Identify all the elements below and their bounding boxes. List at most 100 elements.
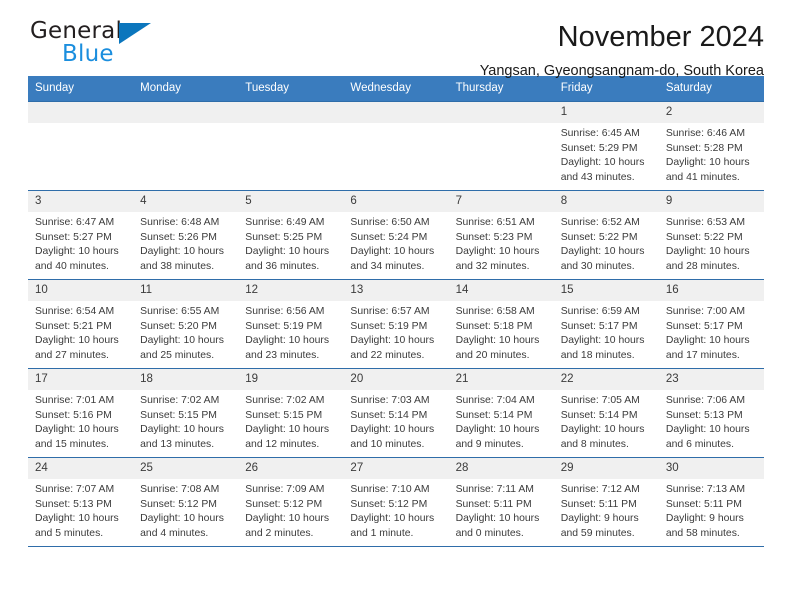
calendar-day-cell[interactable]: 29 Sunrise: 7:12 AM Sunset: 5:11 PM Dayligh…	[553, 457, 659, 547]
day-detail-line: Daylight: 10 hours	[140, 335, 224, 347]
day-sun-details: Sunrise: 6:49 AM Sunset: 5:25 PM Daylight:…	[238, 212, 343, 274]
day-detail-line: Daylight: 10 hours	[350, 335, 435, 347]
day-detail-line: Sunset: 5:15 PM	[245, 409, 323, 421]
day-detail-line: Sunset: 5:27 PM	[35, 231, 112, 243]
calendar-day-cell-empty	[28, 101, 134, 191]
day-number: 29	[553, 458, 659, 479]
day-sun-details: Sunrise: 7:06 AM Sunset: 5:13 PM Daylight:…	[659, 390, 764, 452]
day-detail-line: Sunrise: 7:13 AM	[665, 484, 745, 495]
calendar-week-row: 1 Sunrise: 6:45 AM Sunset: 5:29 PM Daylight…	[28, 101, 764, 191]
day-sun-details: Sunrise: 7:04 AM Sunset: 5:14 PM Daylight:…	[449, 390, 554, 452]
day-detail-line: Sunrise: 6:54 AM	[35, 306, 115, 317]
calendar-day-cell[interactable]: 6 Sunrise: 6:50 AM Sunset: 5:24 PM Daylight…	[343, 190, 449, 280]
calendar-day-cell[interactable]: 10 Sunrise: 6:54 AM Sunset: 5:21 PM Dayligh…	[28, 279, 134, 369]
calendar-day-cell[interactable]: 19 Sunrise: 7:02 AM Sunset: 5:15 PM Dayligh…	[238, 368, 344, 458]
day-number: 2	[658, 102, 764, 123]
general-blue-logo: General Blue	[28, 18, 228, 76]
calendar-day-cell[interactable]: 14 Sunrise: 6:58 AM Sunset: 5:18 PM Dayligh…	[448, 279, 554, 369]
day-detail-line: and 36 minutes.	[245, 260, 320, 272]
calendar-day-cell[interactable]: 1 Sunrise: 6:45 AM Sunset: 5:29 PM Daylight…	[553, 101, 659, 191]
day-detail-line: Sunset: 5:17 PM	[560, 320, 638, 332]
calendar-day-cell[interactable]: 3 Sunrise: 6:47 AM Sunset: 5:27 PM Daylight…	[28, 190, 134, 280]
calendar-body: 1 Sunrise: 6:45 AM Sunset: 5:29 PM Daylight…	[28, 101, 764, 547]
day-detail-line: and 17 minutes.	[665, 349, 740, 361]
day-detail-line: Sunset: 5:12 PM	[245, 498, 323, 510]
day-detail-line: Daylight: 10 hours	[350, 513, 435, 525]
day-number: 19	[238, 369, 344, 390]
day-detail-line: Sunrise: 7:03 AM	[350, 395, 430, 406]
calendar-day-cell-empty	[448, 101, 554, 191]
day-detail-line: Sunset: 5:21 PM	[35, 320, 112, 332]
calendar-day-cell[interactable]: 12 Sunrise: 6:56 AM Sunset: 5:19 PM Dayligh…	[238, 279, 344, 369]
calendar-day-cell[interactable]: 13 Sunrise: 6:57 AM Sunset: 5:19 PM Dayligh…	[343, 279, 449, 369]
day-number: 13	[343, 280, 449, 301]
day-detail-line: Sunset: 5:13 PM	[665, 409, 743, 421]
weekday-header-monday: Monday	[133, 76, 239, 102]
weekday-header-tuesday: Tuesday	[238, 76, 344, 102]
calendar-week-row: 24 Sunrise: 7:07 AM Sunset: 5:13 PM Dayligh…	[28, 457, 764, 547]
day-detail-line: Sunset: 5:17 PM	[665, 320, 743, 332]
calendar-day-cell[interactable]: 21 Sunrise: 7:04 AM Sunset: 5:14 PM Dayligh…	[448, 368, 554, 458]
day-detail-line: and 9 minutes.	[455, 438, 524, 450]
calendar-day-cell[interactable]: 9 Sunrise: 6:53 AM Sunset: 5:22 PM Daylight…	[658, 190, 764, 280]
calendar-day-cell[interactable]: 5 Sunrise: 6:49 AM Sunset: 5:25 PM Daylight…	[238, 190, 344, 280]
day-detail-line: Sunrise: 6:59 AM	[560, 306, 640, 317]
calendar-day-cell[interactable]: 30 Sunrise: 7:13 AM Sunset: 5:11 PM Dayligh…	[658, 457, 764, 547]
calendar-day-cell[interactable]: 8 Sunrise: 6:52 AM Sunset: 5:22 PM Daylight…	[553, 190, 659, 280]
day-sun-details	[28, 123, 133, 127]
day-sun-details: Sunrise: 6:47 AM Sunset: 5:27 PM Daylight:…	[28, 212, 133, 274]
day-detail-line: and 58 minutes.	[665, 527, 740, 539]
calendar-day-cell[interactable]: 24 Sunrise: 7:07 AM Sunset: 5:13 PM Dayligh…	[28, 457, 134, 547]
calendar-day-cell[interactable]: 25 Sunrise: 7:08 AM Sunset: 5:12 PM Dayligh…	[133, 457, 239, 547]
day-detail-line: Sunrise: 6:48 AM	[140, 217, 220, 228]
day-detail-line: Sunset: 5:22 PM	[560, 231, 638, 243]
day-detail-line: Sunrise: 6:45 AM	[560, 128, 640, 139]
day-detail-line: Sunset: 5:16 PM	[35, 409, 112, 421]
day-detail-line: Sunset: 5:18 PM	[455, 320, 533, 332]
day-detail-line: Sunset: 5:26 PM	[140, 231, 217, 243]
day-detail-line: Sunset: 5:25 PM	[245, 231, 323, 243]
day-detail-line: Daylight: 9 hours	[665, 513, 744, 525]
day-detail-line: Sunrise: 6:57 AM	[350, 306, 430, 317]
day-number: 26	[238, 458, 344, 479]
day-sun-details: Sunrise: 7:13 AM Sunset: 5:11 PM Daylight:…	[659, 479, 764, 541]
day-detail-line: Sunrise: 7:09 AM	[245, 484, 325, 495]
calendar-day-cell[interactable]: 17 Sunrise: 7:01 AM Sunset: 5:16 PM Dayligh…	[28, 368, 134, 458]
day-number: 17	[28, 369, 134, 390]
day-sun-details: Sunrise: 6:57 AM Sunset: 5:19 PM Daylight:…	[343, 301, 448, 363]
day-detail-line: Daylight: 10 hours	[245, 424, 330, 436]
calendar-day-cell[interactable]: 18 Sunrise: 7:02 AM Sunset: 5:15 PM Dayligh…	[133, 368, 239, 458]
calendar-day-cell[interactable]: 28 Sunrise: 7:11 AM Sunset: 5:11 PM Dayligh…	[448, 457, 554, 547]
calendar-day-cell[interactable]: 2 Sunrise: 6:46 AM Sunset: 5:28 PM Daylight…	[658, 101, 764, 191]
day-detail-line: Daylight: 10 hours	[350, 424, 435, 436]
calendar-day-cell[interactable]: 20 Sunrise: 7:03 AM Sunset: 5:14 PM Dayligh…	[343, 368, 449, 458]
day-sun-details: Sunrise: 6:54 AM Sunset: 5:21 PM Daylight:…	[28, 301, 133, 363]
day-detail-line: Sunrise: 6:53 AM	[665, 217, 745, 228]
day-detail-line: Sunset: 5:29 PM	[560, 142, 638, 154]
day-detail-line: Sunset: 5:12 PM	[350, 498, 428, 510]
day-detail-line: Daylight: 10 hours	[560, 335, 645, 347]
day-sun-details	[343, 123, 448, 127]
calendar-day-cell[interactable]: 26 Sunrise: 7:09 AM Sunset: 5:12 PM Dayligh…	[238, 457, 344, 547]
day-detail-line: Sunrise: 6:50 AM	[350, 217, 430, 228]
day-number	[28, 102, 134, 123]
day-detail-line: and 43 minutes.	[560, 171, 635, 183]
day-detail-line: Sunrise: 7:07 AM	[35, 484, 115, 495]
calendar-day-cell[interactable]: 11 Sunrise: 6:55 AM Sunset: 5:20 PM Dayligh…	[133, 279, 239, 369]
day-detail-line: Daylight: 10 hours	[560, 246, 645, 258]
calendar-day-cell[interactable]: 27 Sunrise: 7:10 AM Sunset: 5:12 PM Dayligh…	[343, 457, 449, 547]
calendar-day-cell[interactable]: 15 Sunrise: 6:59 AM Sunset: 5:17 PM Dayligh…	[553, 279, 659, 369]
calendar-day-cell[interactable]: 4 Sunrise: 6:48 AM Sunset: 5:26 PM Daylight…	[133, 190, 239, 280]
day-sun-details: Sunrise: 7:01 AM Sunset: 5:16 PM Daylight:…	[28, 390, 133, 452]
day-detail-line: Daylight: 10 hours	[245, 513, 330, 525]
day-detail-line: Daylight: 10 hours	[245, 246, 330, 258]
calendar-day-cell[interactable]: 7 Sunrise: 6:51 AM Sunset: 5:23 PM Daylight…	[448, 190, 554, 280]
day-sun-details: Sunrise: 7:12 AM Sunset: 5:11 PM Daylight:…	[554, 479, 659, 541]
day-sun-details: Sunrise: 7:00 AM Sunset: 5:17 PM Daylight:…	[659, 301, 764, 363]
day-number: 24	[28, 458, 134, 479]
day-number: 30	[658, 458, 764, 479]
calendar-week-row: 3 Sunrise: 6:47 AM Sunset: 5:27 PM Daylight…	[28, 190, 764, 280]
calendar-day-cell[interactable]: 16 Sunrise: 7:00 AM Sunset: 5:17 PM Dayligh…	[658, 279, 764, 369]
calendar-day-cell[interactable]: 22 Sunrise: 7:05 AM Sunset: 5:14 PM Dayligh…	[553, 368, 659, 458]
calendar-day-cell[interactable]: 23 Sunrise: 7:06 AM Sunset: 5:13 PM Dayligh…	[658, 368, 764, 458]
